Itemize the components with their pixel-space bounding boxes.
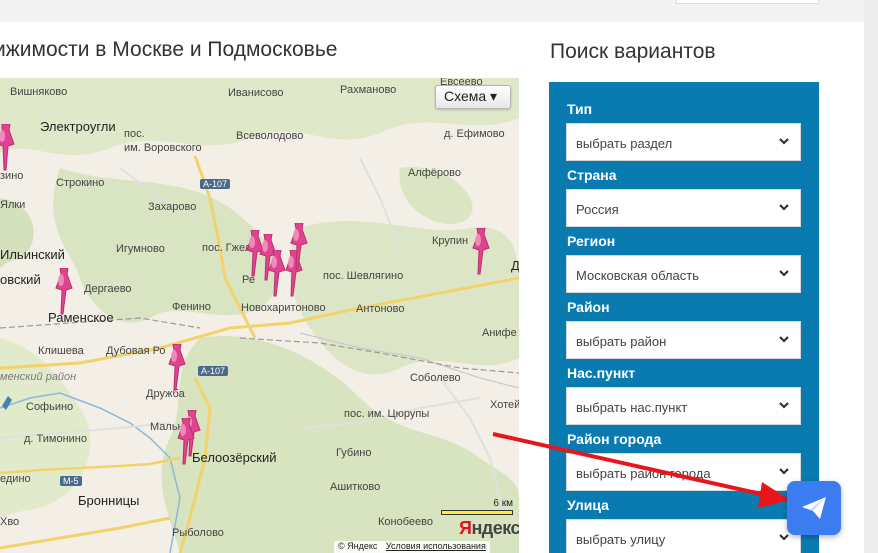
- place-label: Соболево: [410, 372, 461, 384]
- type-value: выбрать раздел: [576, 136, 673, 151]
- settlement-select[interactable]: выбрать нас.пункт: [566, 387, 801, 425]
- top-bar: [0, 0, 878, 22]
- map-attribution: © Яндекс Условия использования: [334, 541, 490, 553]
- place-label: Вишняково: [10, 86, 68, 98]
- chevron-down-icon: [779, 336, 789, 343]
- place-label: Д: [511, 258, 519, 273]
- settlement-label: Нас.пункт: [567, 365, 636, 381]
- place-label: Рахманово: [340, 84, 397, 96]
- country-label: Страна: [567, 167, 617, 183]
- place-label: Новохаритоново: [241, 302, 326, 314]
- place-label: пос. им. Цюрупы: [344, 408, 430, 420]
- scale-bar: [441, 510, 513, 515]
- place-label: Захарово: [148, 201, 197, 213]
- place-label: Алфёрово: [408, 167, 461, 179]
- place-label: Игумново: [116, 243, 165, 255]
- chevron-down-icon: [779, 138, 789, 145]
- place-label: Строкино: [56, 177, 105, 189]
- district-select[interactable]: выбрать район: [566, 321, 801, 359]
- place-label: Ялки: [0, 199, 26, 211]
- place-label: Крупин: [432, 235, 469, 247]
- chevron-down-icon: [779, 270, 789, 277]
- map-pin-icon[interactable]: [50, 267, 78, 316]
- place-label: овский: [0, 272, 41, 287]
- map-pin-icon[interactable]: [285, 222, 313, 271]
- chevron-down-icon: [779, 402, 789, 409]
- map-pin-icon[interactable]: [163, 343, 191, 392]
- top-input-box[interactable]: [676, 0, 819, 4]
- place-label: д. Тимонино: [24, 433, 88, 445]
- city-district-label: Район города: [567, 431, 662, 447]
- send-button[interactable]: [787, 481, 841, 535]
- chevron-down-icon: [779, 204, 789, 211]
- place-label: д. Ефимово: [444, 128, 505, 140]
- place-label: Иванисово: [228, 87, 284, 99]
- district-label: Район: [567, 299, 610, 315]
- place-label: Всеволодово: [236, 130, 304, 142]
- place-label: Клишева: [38, 345, 84, 357]
- map-pin-icon[interactable]: [467, 227, 495, 276]
- street-select[interactable]: выбрать улицу: [566, 519, 801, 553]
- highway-badge: М-5: [60, 476, 82, 486]
- chevron-down-icon: [779, 468, 789, 475]
- region-select[interactable]: Московская область: [566, 255, 801, 293]
- place-label: Электроугли: [40, 119, 116, 134]
- place-label: Конобеево: [378, 516, 433, 528]
- street-value: выбрать улицу: [576, 532, 666, 547]
- terms-link[interactable]: Условия использования: [386, 541, 486, 551]
- type-label: Тип: [567, 101, 593, 117]
- place-label: Фенино: [172, 301, 211, 313]
- place-label: Хво: [0, 516, 20, 528]
- map-pin-icon[interactable]: [0, 123, 18, 172]
- place-label: менский район: [0, 371, 77, 383]
- map-view[interactable]: Вишняково Иванисово Рахманово Евсеево Эл…: [0, 78, 519, 553]
- map-type-button[interactable]: Схема ▾: [435, 85, 511, 109]
- paper-plane-icon: [802, 497, 826, 519]
- place-label: едино: [0, 473, 31, 485]
- place-label: Дергаево: [84, 283, 132, 295]
- country-value: Россия: [576, 202, 619, 217]
- map-scale: 6 км: [441, 498, 513, 515]
- attribution-text: © Яндекс: [338, 541, 378, 551]
- place-label: Хотей: [490, 399, 519, 411]
- place-label: Бронницы: [78, 493, 140, 508]
- city-district-value: выбрать район города: [576, 466, 711, 481]
- place-label: Рыболово: [172, 527, 224, 539]
- search-title: Поиск вариантов: [550, 40, 716, 63]
- place-label: пос. Шевлягино: [323, 270, 404, 282]
- highway-badge: А-107: [198, 366, 229, 376]
- street-label: Улица: [567, 497, 609, 513]
- country-select[interactable]: Россия: [566, 189, 801, 227]
- map-title: ижимости в Москве и Подмосковье: [0, 38, 338, 61]
- place-label: Антоново: [356, 303, 405, 315]
- chevron-down-icon: [779, 534, 789, 541]
- map-pin-icon[interactable]: [172, 417, 200, 466]
- place-label: Дубовая Ро: [106, 345, 166, 357]
- place-label: Губино: [336, 447, 372, 459]
- yandex-logo: Яндекс: [459, 518, 519, 538]
- settlement-value: выбрать нас.пункт: [576, 400, 688, 415]
- place-label: Анифе: [482, 327, 517, 339]
- place-label: Софьино: [26, 401, 74, 413]
- district-value: выбрать район: [576, 334, 667, 349]
- place-label: пос. им. Воровского: [124, 128, 202, 154]
- highway-badge: А-107: [200, 179, 231, 189]
- scale-label: 6 км: [493, 498, 513, 509]
- region-value: Московская область: [576, 268, 700, 283]
- search-panel: Тип выбрать раздел Страна Россия Регион …: [549, 82, 819, 553]
- place-label: Ашитково: [330, 481, 381, 493]
- place-label: Ильинский: [0, 247, 65, 262]
- page-right-margin: [864, 0, 878, 553]
- city-district-select[interactable]: выбрать район города: [566, 453, 801, 491]
- region-label: Регион: [567, 233, 616, 249]
- type-select[interactable]: выбрать раздел: [566, 123, 801, 161]
